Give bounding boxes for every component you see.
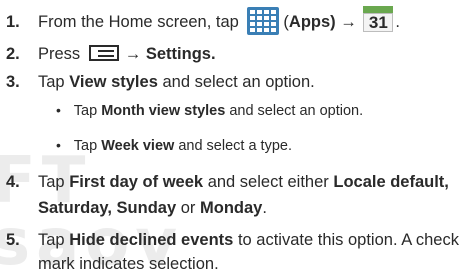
locale-default-label: Locale default, <box>333 173 449 191</box>
bullet: • <box>56 137 61 153</box>
step-text-part: and select either <box>207 173 329 191</box>
step-5: 5. Tap Hide declined events to activate … <box>0 228 474 278</box>
step-text-line-2: Saturday, Sunday or Monday. <box>38 196 267 220</box>
step-number: 5. <box>6 231 20 249</box>
substep-text: and select an option. <box>229 103 364 119</box>
step-text-part: to activate this option. A check <box>237 231 459 249</box>
step-text-line-2: mark indicates selection. <box>38 255 219 273</box>
step-text-part: Tap <box>38 73 65 91</box>
step-text-line-1: Tap Hide declined events to activate thi… <box>38 228 459 252</box>
hide-declined-events-label: Hide declined events <box>69 231 234 249</box>
step-text: Press → Settings. <box>38 42 216 66</box>
step-4: 4. Tap First day of week and select eith… <box>0 170 474 222</box>
step-text-part: Press <box>38 45 81 63</box>
step-text-part: Tap <box>38 173 65 191</box>
saturday-sunday-label: Saturday, Sunday <box>38 199 177 217</box>
period: . <box>262 199 267 217</box>
menu-icon <box>88 45 119 62</box>
step-text-part: Tap <box>38 231 65 249</box>
step-text: From the Home screen, tap (Apps) → 31 . <box>38 5 400 35</box>
first-day-of-week-label: First day of week <box>69 173 204 191</box>
substep-week-view: • Tap Week view and select a type. <box>56 135 292 156</box>
step-text: Tap View styles and select an option. <box>38 70 315 94</box>
arrow: → <box>124 45 142 63</box>
step-2: 2. Press → Settings. <box>0 40 474 66</box>
step-text-line-1: Tap First day of week and select either … <box>38 170 449 194</box>
step-number: 1. <box>6 13 20 31</box>
substep-text: and select a type. <box>178 138 292 154</box>
step-text-part: or <box>180 199 196 217</box>
month-view-styles-label: Month view styles <box>101 103 226 119</box>
paren-arrow: ) → <box>330 13 357 31</box>
step-text-part: and select an option. <box>162 73 315 91</box>
view-styles-label: View styles <box>69 73 158 91</box>
settings-label: Settings <box>145 45 211 63</box>
substep-text: Tap <box>73 138 98 154</box>
apps-grid-icon <box>247 6 280 35</box>
step-number: 2. <box>6 45 20 63</box>
calendar-day: 31 <box>363 12 394 32</box>
step-number: 3. <box>6 73 20 91</box>
step-3: 3. Tap View styles and select an option. <box>0 70 474 94</box>
apps-label: Apps <box>288 13 331 31</box>
substep-month-view: • Tap Month view styles and select an op… <box>56 100 363 121</box>
step-1: 1. From the Home screen, tap (Apps) → 31… <box>0 5 474 36</box>
step-text-part: From the Home screen, tap <box>38 13 239 31</box>
step-number: 4. <box>6 173 20 191</box>
period: . <box>395 13 400 31</box>
bullet: • <box>56 102 61 118</box>
calendar-icon: 31 <box>363 4 394 34</box>
substep-text: Tap <box>73 103 98 119</box>
period: . <box>210 45 216 63</box>
monday-label: Monday <box>200 199 263 217</box>
week-view-label: Week view <box>101 138 175 154</box>
